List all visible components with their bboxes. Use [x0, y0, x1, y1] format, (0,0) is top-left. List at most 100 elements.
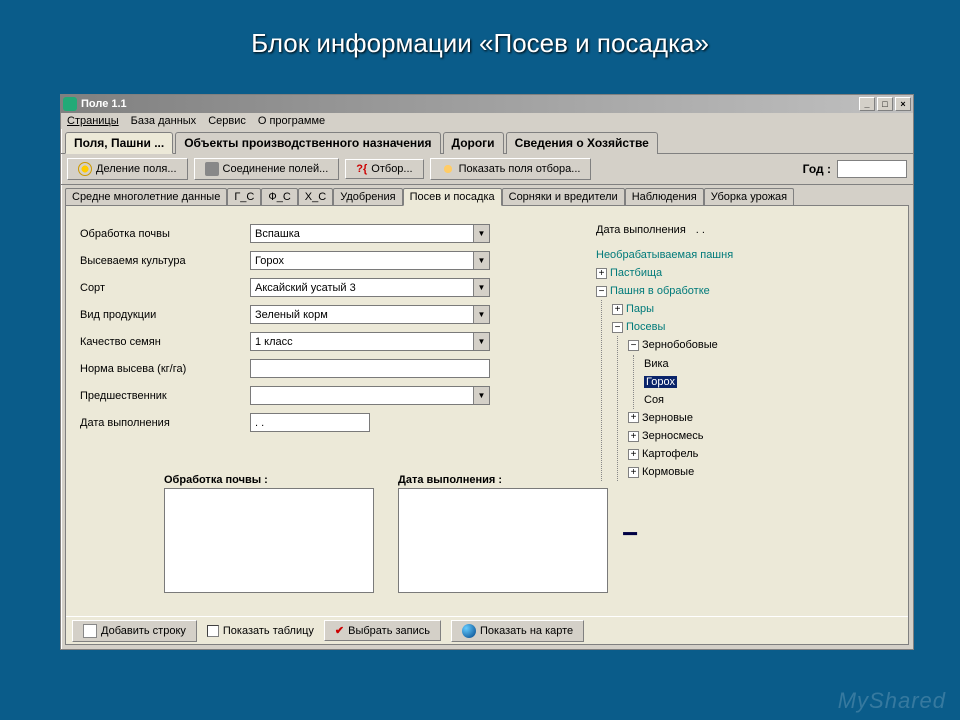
- window-controls: _ □ ×: [859, 97, 911, 111]
- tree-node-cereals[interactable]: Зерновые: [642, 412, 693, 424]
- close-button[interactable]: ×: [895, 97, 911, 111]
- combo-soil-treatment-value: Вспашка: [251, 228, 473, 240]
- subtab-weeds[interactable]: Сорняки и вредители: [502, 188, 625, 206]
- toolbar: Деление поля... Соединение полей... ?{ О…: [61, 154, 913, 185]
- tree-node-potato[interactable]: Картофель: [642, 448, 698, 460]
- minimize-button[interactable]: _: [859, 97, 875, 111]
- globe-icon: [462, 624, 476, 638]
- input-seed-rate[interactable]: [250, 359, 490, 378]
- tree-node-vika[interactable]: Вика: [644, 358, 669, 370]
- slide-title: Блок информации «Посев и посадка»: [0, 0, 960, 75]
- subtab-harvest[interactable]: Уборка урожая: [704, 188, 794, 206]
- list-soil[interactable]: [164, 488, 374, 593]
- menu-about[interactable]: О программе: [258, 115, 325, 127]
- show-filter-button[interactable]: Показать поля отбора...: [430, 158, 592, 180]
- menu-database[interactable]: База данных: [131, 115, 197, 127]
- combo-product-type[interactable]: Зеленый корм: [250, 305, 490, 324]
- subtab-fert[interactable]: Удобрения: [333, 188, 402, 206]
- chevron-down-icon[interactable]: [473, 252, 489, 269]
- list-date[interactable]: [398, 488, 608, 593]
- checkbox-icon: [207, 625, 219, 637]
- right-column: Дата выполнения . . Необрабатываемая паш…: [596, 224, 896, 566]
- filter-icon: ?{: [356, 163, 367, 175]
- tree-node-grainmix[interactable]: Зерносмесь: [642, 430, 703, 442]
- title-bar: Поле 1.1 _ □ ×: [61, 95, 913, 113]
- input-right-date[interactable]: . .: [692, 224, 782, 236]
- year-field: Год :: [803, 160, 907, 178]
- chevron-down-icon[interactable]: [473, 387, 489, 404]
- tab-fields[interactable]: Поля, Пашни ...: [65, 132, 173, 154]
- tree-node-processing[interactable]: Пашня в обработке: [610, 285, 710, 297]
- filter-button[interactable]: ?{ Отбор...: [345, 159, 423, 179]
- tab-objects[interactable]: Объекты производственного назначения: [175, 132, 440, 154]
- tree-node-fallow[interactable]: Пары: [626, 303, 654, 315]
- remove-button[interactable]: −: [622, 518, 638, 550]
- label-crop: Высеваемя культура: [80, 255, 250, 267]
- join-fields-button[interactable]: Соединение полей...: [194, 158, 340, 180]
- label-right-date: Дата выполнения: [596, 224, 686, 236]
- join-fields-label: Соединение полей...: [223, 163, 329, 175]
- expand-icon[interactable]: +: [628, 449, 639, 460]
- show-map-button[interactable]: Показать на карте: [451, 620, 584, 642]
- subtab-obs[interactable]: Наблюдения: [625, 188, 704, 206]
- combo-seed-quality-value: 1 класс: [251, 336, 473, 348]
- chevron-down-icon[interactable]: [473, 225, 489, 242]
- add-row-label: Добавить строку: [101, 625, 186, 637]
- split-icon: [78, 162, 92, 176]
- tree-node-crops[interactable]: Посевы: [626, 321, 665, 333]
- tree-node-unprocessed[interactable]: Необрабатываемая пашня: [596, 249, 733, 261]
- collapse-icon[interactable]: −: [628, 340, 639, 351]
- subtab-gs[interactable]: Г_С: [227, 188, 261, 206]
- select-record-button[interactable]: ✔ Выбрать запись: [324, 620, 441, 641]
- split-field-button[interactable]: Деление поля...: [67, 158, 188, 180]
- join-icon: [205, 162, 219, 176]
- label-seed-quality: Качество семян: [80, 336, 250, 348]
- show-table-label: Показать таблицу: [223, 625, 314, 637]
- combo-crop[interactable]: Горох: [250, 251, 490, 270]
- document-icon: [83, 624, 97, 638]
- tree-node-pastures[interactable]: Пастбища: [610, 267, 662, 279]
- menu-pages[interactable]: Страницы: [67, 115, 119, 127]
- tree-node-peas[interactable]: Горох: [644, 376, 677, 388]
- input-exec-date[interactable]: . .: [250, 413, 370, 432]
- menu-bar: Страницы База данных Сервис О программе: [61, 113, 913, 129]
- combo-variety[interactable]: Аксайский усатый 3: [250, 278, 490, 297]
- tab-farm-info[interactable]: Сведения о Хозяйстве: [506, 132, 658, 154]
- year-label: Год :: [803, 162, 831, 176]
- combo-variety-value: Аксайский усатый 3: [251, 282, 473, 294]
- menu-service[interactable]: Сервис: [208, 115, 246, 127]
- tree-view[interactable]: Необрабатываемая пашня +Пастбища −Пашня …: [596, 246, 896, 566]
- chevron-down-icon[interactable]: [473, 333, 489, 350]
- tree-node-legumes[interactable]: Зернобобовые: [642, 340, 718, 352]
- bottom-lists: Обработка почвы : Дата выполнения : −: [164, 474, 638, 593]
- subtab-avg[interactable]: Средне многолетние данные: [65, 188, 227, 206]
- expand-icon[interactable]: +: [628, 412, 639, 423]
- combo-seed-quality[interactable]: 1 класс: [250, 332, 490, 351]
- combo-predecessor[interactable]: [250, 386, 490, 405]
- select-record-label: Выбрать запись: [348, 625, 430, 637]
- show-table-checkbox[interactable]: Показать таблицу: [207, 625, 314, 637]
- expand-icon[interactable]: +: [596, 268, 607, 279]
- maximize-button[interactable]: □: [877, 97, 893, 111]
- tree-node-soy[interactable]: Соя: [644, 394, 664, 406]
- subtab-fs[interactable]: Ф_С: [261, 188, 297, 206]
- collapse-icon[interactable]: −: [612, 322, 623, 333]
- subtab-sowing[interactable]: Посев и посадка: [403, 188, 502, 206]
- year-input[interactable]: [837, 160, 907, 178]
- tree-node-fodder[interactable]: Кормовые: [642, 466, 694, 478]
- tab-roads[interactable]: Дороги: [443, 132, 504, 154]
- subtab-hs[interactable]: Х_С: [298, 188, 333, 206]
- expand-icon[interactable]: +: [612, 304, 623, 315]
- expand-icon[interactable]: +: [628, 431, 639, 442]
- label-seed-rate: Норма высева (кг/га): [80, 363, 250, 375]
- add-row-button[interactable]: Добавить строку: [72, 620, 197, 642]
- combo-soil-treatment[interactable]: Вспашка: [250, 224, 490, 243]
- check-icon: ✔: [335, 624, 344, 637]
- chevron-down-icon[interactable]: [473, 306, 489, 323]
- show-filter-icon: [441, 162, 455, 176]
- footer-bar: Добавить строку Показать таблицу ✔ Выбра…: [66, 616, 908, 644]
- collapse-icon[interactable]: −: [596, 286, 607, 297]
- chevron-down-icon[interactable]: [473, 279, 489, 296]
- label-product-type: Вид продукции: [80, 309, 250, 321]
- combo-crop-value: Горох: [251, 255, 473, 267]
